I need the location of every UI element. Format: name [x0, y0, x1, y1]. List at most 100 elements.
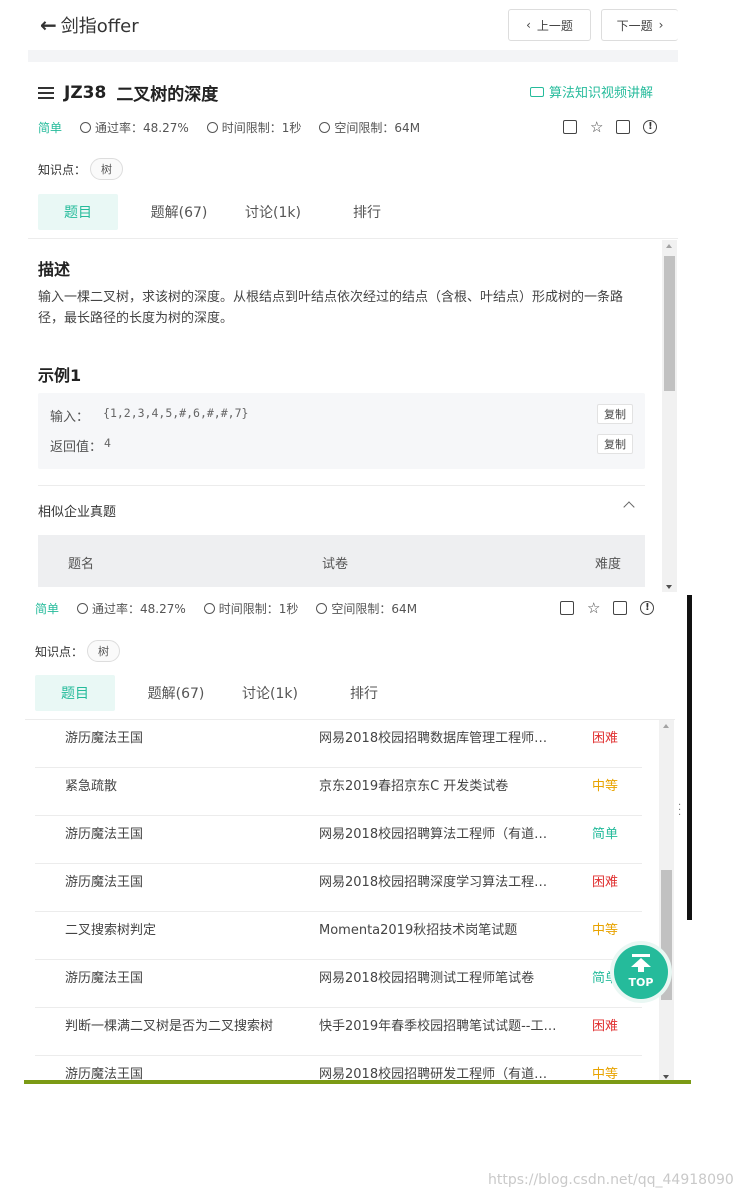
chevron-up-icon[interactable] [623, 501, 635, 513]
row-difficulty: 中等 [592, 923, 619, 938]
list-icon[interactable] [38, 84, 54, 102]
video-explanation-link[interactable]: 算法知识视频讲解 [530, 82, 653, 101]
problem-id: JZ38 [64, 82, 107, 103]
example-box: 输入： {1,2,3,4,5,#,6,#,#,7} 复制 返回值： 4 复制 [38, 393, 645, 469]
scrollbar-thumb[interactable] [664, 256, 675, 391]
row-name[interactable]: 游历魔法王国 [65, 823, 143, 842]
info-icon[interactable]: ! [640, 601, 655, 615]
tab-problem[interactable]: 题目 [35, 675, 115, 711]
tab-solutions[interactable]: 题解(67) [129, 675, 223, 711]
space-limit-text: 空间限制：64M [331, 602, 418, 616]
table-row[interactable]: 游历魔法王国 网易2018校园招聘研发工程师（有道… 中等 [35, 1056, 642, 1082]
row-difficulty: 困难 [592, 731, 619, 746]
scrollbar[interactable] [662, 240, 677, 592]
similar-table-body: 游历魔法王国 网易2018校园招聘数据库管理工程师… 困难 紧急疏散 京东201… [25, 720, 659, 1082]
row-paper[interactable]: Momenta2019秋招技术岗笔试题 [319, 919, 564, 938]
table-row[interactable]: 游历魔法王国 网易2018校园招聘数据库管理工程师… 困难 [35, 720, 642, 768]
row-paper[interactable]: 网易2018校园招聘测试工程师笔试卷 [319, 967, 564, 986]
chip-icon [319, 122, 331, 133]
problem-tabs-2: 题目 题解(67) 讨论(1k) 排行 [35, 675, 411, 711]
tab-discussion[interactable]: 讨论(1k) [226, 194, 320, 230]
tab-discussion[interactable]: 讨论(1k) [223, 675, 317, 711]
top-header: ← 剑指offer ‹ 上一题 下一题 › [28, 0, 678, 50]
star-icon[interactable]: ☆ [590, 120, 603, 135]
tab-solutions[interactable]: 题解(67) [132, 194, 226, 230]
table-row[interactable]: 游历魔法王国 网易2018校园招聘深度学习算法工程… 困难 [35, 864, 642, 912]
space-limit-text: 空间限制：64M [334, 121, 421, 135]
example-return: 返回值： 4 [50, 436, 111, 455]
next-question-button[interactable]: 下一题 › [601, 9, 678, 41]
row-name[interactable]: 游历魔法王国 [65, 727, 143, 746]
problem-meta-2: 简单 通过率：48.27% 时间限制：1秒 空间限制：64M [35, 600, 435, 617]
video-link-label: 算法知识视频讲解 [549, 86, 654, 101]
scroll-down-icon[interactable] [666, 585, 672, 589]
input-value: {1,2,3,4,5,#,6,#,#,7} [103, 406, 249, 420]
example-heading: 示例1 [38, 366, 82, 385]
back-link[interactable]: ← 剑指offer [40, 12, 139, 38]
problem-actions-2: ☆ ! [560, 601, 655, 616]
watermark: https://blog.csdn.net/qq_44918090 [488, 1172, 734, 1188]
info-icon[interactable]: ! [643, 120, 658, 134]
problem-meta: 简单 通过率：48.27% 时间限制：1秒 空间限制：64M [38, 119, 438, 136]
table-row[interactable]: 游历魔法王国 网易2018校园招聘测试工程师笔试卷 简单 [35, 960, 642, 1008]
prev-question-button[interactable]: ‹ 上一题 [508, 9, 591, 41]
description-heading: 描述 [38, 260, 71, 279]
table-row[interactable]: 判断一棵满二叉树是否为二叉搜索树 快手2019年春季校园招聘笔试试题--工… 困… [35, 1008, 642, 1056]
row-name[interactable]: 游历魔法王国 [65, 967, 143, 986]
row-paper[interactable]: 京东2019春招京东C 开发类试卷 [319, 775, 564, 794]
row-paper[interactable]: 网易2018校园招聘数据库管理工程师… [319, 727, 564, 746]
copy-input-button[interactable]: 复制 [597, 404, 633, 424]
similar-divider [38, 485, 645, 486]
problem-tabs: 题目 题解(67) 讨论(1k) 排行 [38, 194, 414, 230]
col-paper: 试卷 [322, 557, 349, 572]
star-icon[interactable]: ☆ [587, 601, 600, 616]
back-to-top-button[interactable]: TOP [614, 945, 668, 999]
col-difficulty: 难度 [595, 557, 622, 572]
check-circle-icon [77, 603, 89, 614]
row-paper[interactable]: 网易2018校园招聘算法工程师（有道… [319, 823, 564, 842]
time-limit: 时间限制：1秒 [203, 600, 298, 617]
check-circle-icon [80, 122, 92, 133]
similar-table-header: 题名 试卷 难度 [38, 535, 645, 587]
knowledge-label: 知识点： [38, 162, 87, 177]
example-input: 输入： {1,2,3,4,5,#,6,#,#,7} [50, 406, 248, 425]
row-name[interactable]: 紧急疏散 [65, 775, 117, 794]
share-icon[interactable] [613, 601, 628, 615]
scroll-down-icon[interactable] [663, 1075, 669, 1079]
table-row[interactable]: 游历魔法王国 网易2018校园招聘算法工程师（有道… 简单 [35, 816, 642, 864]
clock-icon [206, 122, 218, 133]
tag-tree[interactable]: 树 [87, 640, 121, 662]
resize-grip-icon[interactable]: · · · [678, 801, 681, 821]
table-row[interactable]: 二叉搜索树判定 Momenta2019秋招技术岗笔试题 中等 [35, 912, 642, 960]
scroll-up-icon[interactable] [666, 244, 672, 248]
clock-icon [203, 603, 215, 614]
row-name[interactable]: 游历魔法王国 [65, 871, 143, 890]
scrollbar-2[interactable] [659, 720, 674, 1082]
row-name[interactable]: 二叉搜索树判定 [65, 919, 156, 938]
copy-return-button[interactable]: 复制 [597, 434, 633, 454]
bottom-accent-line [24, 1080, 691, 1084]
table-row[interactable]: 紧急疏散 京东2019春招京东C 开发类试卷 中等 [35, 768, 642, 816]
pass-rate: 通过率：48.27% [80, 119, 189, 136]
return-label: 返回值： [50, 440, 103, 455]
row-paper[interactable]: 网易2018校园招聘深度学习算法工程… [319, 871, 564, 890]
tab-ranking[interactable]: 排行 [320, 194, 414, 230]
time-limit-text: 时间限制：1秒 [221, 121, 302, 135]
scroll-up-icon[interactable] [663, 724, 669, 728]
next-label: 下一题 [616, 18, 653, 33]
back-label: 剑指offer [60, 16, 139, 37]
tab-problem[interactable]: 题目 [38, 194, 118, 230]
pass-rate: 通过率：48.27% [77, 600, 186, 617]
problem-title: 二叉树的深度 [116, 85, 219, 105]
video-icon [530, 86, 544, 97]
edit-icon[interactable] [560, 601, 574, 615]
tag-tree[interactable]: 树 [90, 158, 124, 180]
row-paper[interactable]: 快手2019年春季校园招聘笔试试题--工… [319, 1015, 564, 1034]
edit-icon[interactable] [563, 120, 577, 134]
tab-ranking[interactable]: 排行 [317, 675, 411, 711]
share-icon[interactable] [616, 120, 631, 134]
row-name[interactable]: 判断一棵满二叉树是否为二叉搜索树 [65, 1015, 273, 1034]
prev-label: 上一题 [536, 18, 573, 33]
space-limit: 空间限制：64M [319, 119, 420, 136]
pass-rate-text: 通过率：48.27% [92, 602, 186, 616]
